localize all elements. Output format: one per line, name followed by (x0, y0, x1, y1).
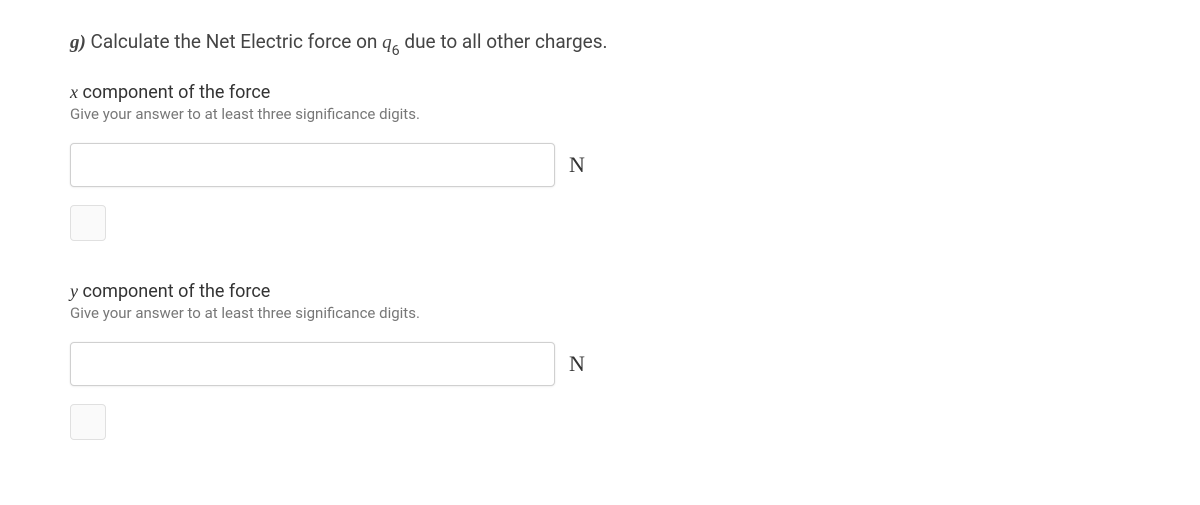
y-component-block: y component of the force Give your answe… (70, 281, 1130, 440)
y-var: y (70, 281, 78, 301)
x-action-button[interactable] (70, 205, 106, 241)
x-unit: N (569, 152, 585, 178)
y-unit: N (569, 351, 585, 377)
x-answer-input[interactable] (70, 143, 555, 187)
y-title-rest: component of the force (78, 281, 270, 302)
y-action-button[interactable] (70, 404, 106, 440)
question-text-after: due to all other charges. (400, 30, 608, 53)
question-text-before: Calculate the Net Electric force on (86, 30, 382, 53)
y-hint: Give your answer to at least three signi… (70, 304, 1130, 322)
y-input-row: N (70, 342, 1130, 386)
x-component-block: x component of the force Give your answe… (70, 82, 1130, 241)
question-subscript: 6 (392, 43, 400, 59)
x-component-title: x component of the force (70, 82, 1130, 103)
question-label: g) (70, 32, 86, 53)
question-header: g) Calculate the Net Electric force on q… (70, 30, 1130, 54)
x-var: x (70, 82, 78, 102)
x-input-row: N (70, 143, 1130, 187)
question-variable: q (382, 32, 392, 53)
x-hint: Give your answer to at least three signi… (70, 105, 1130, 123)
y-answer-input[interactable] (70, 342, 555, 386)
y-component-title: y component of the force (70, 281, 1130, 302)
x-title-rest: component of the force (78, 82, 270, 103)
